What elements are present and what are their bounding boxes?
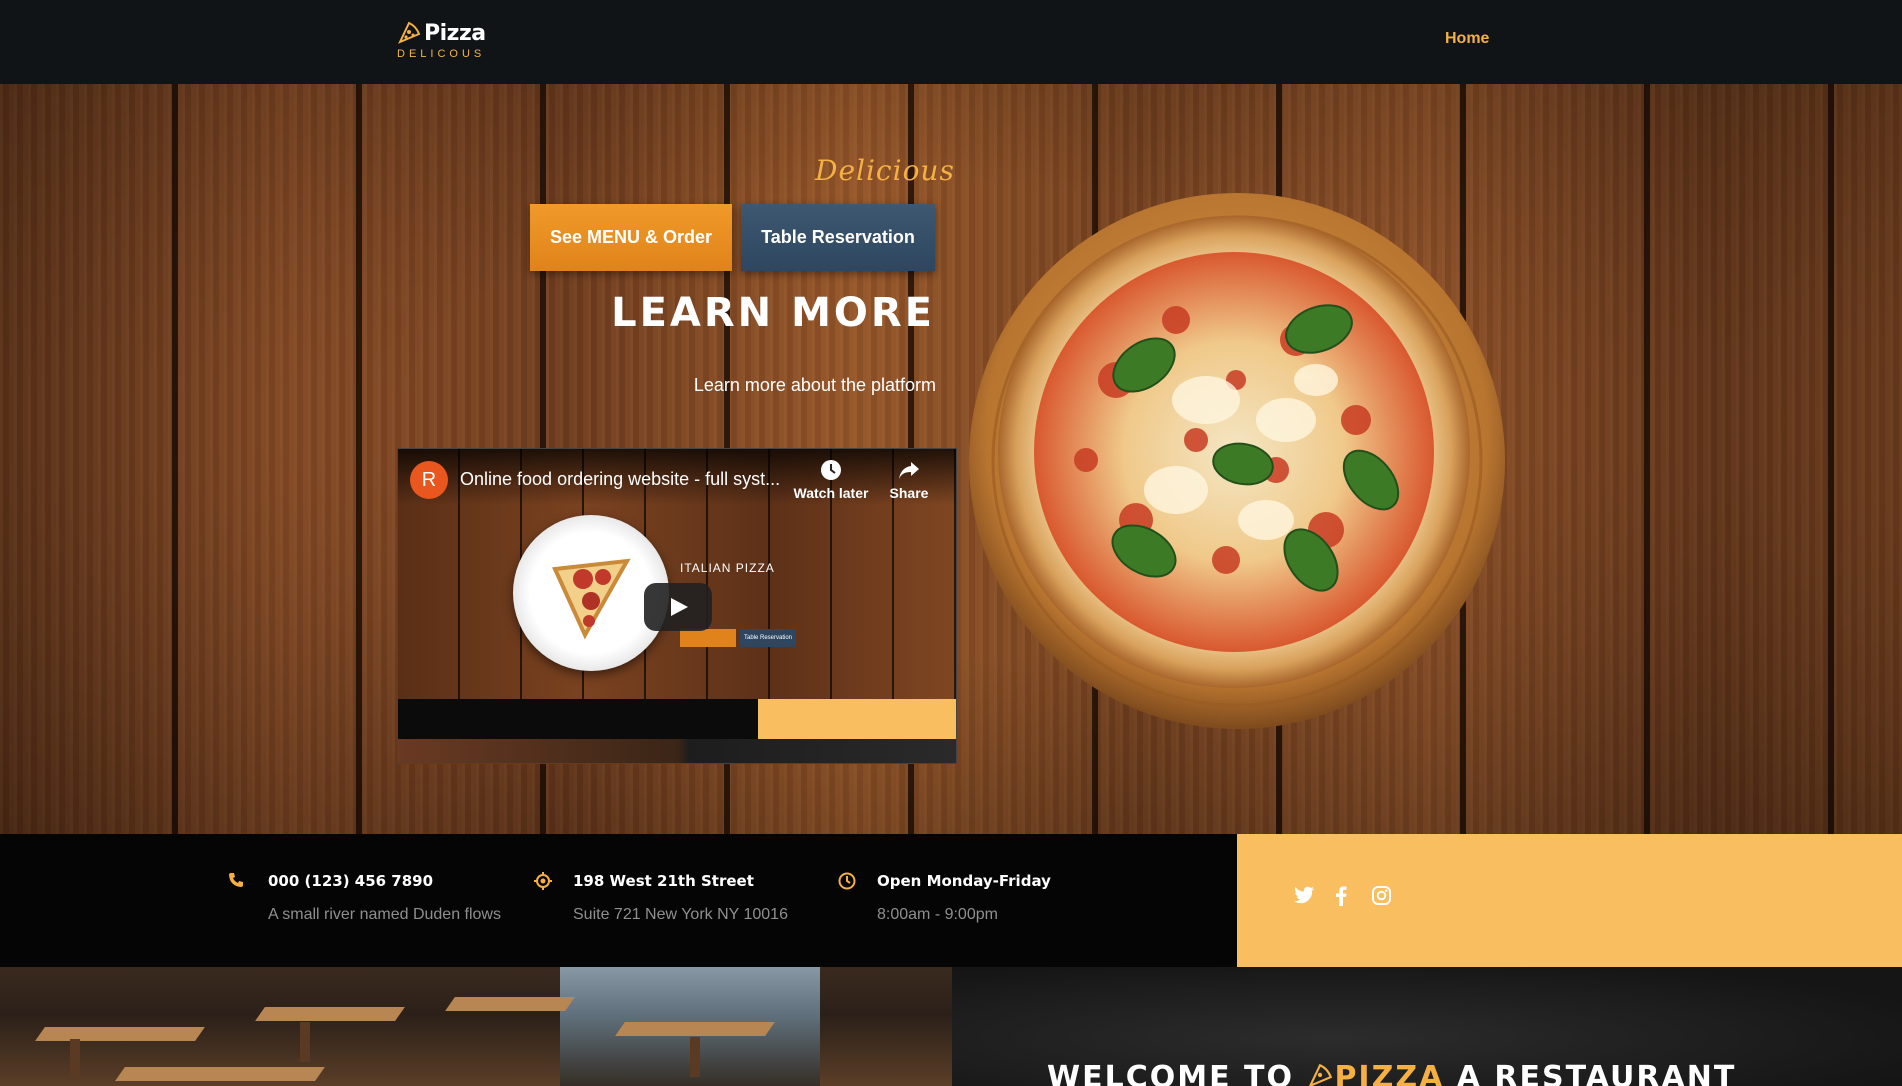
welcome-suffix: A RESTAURANT (1456, 1060, 1737, 1086)
video-inner-table-button: Table Reservation (740, 629, 796, 647)
pizza-hero-image (969, 193, 1505, 729)
pizza-slice-brand-icon (1309, 1063, 1333, 1086)
share-button[interactable]: Share (884, 459, 934, 501)
video-social-strip (758, 699, 956, 739)
site-logo[interactable]: Pizza DELICOUS (396, 18, 496, 62)
video-info-strip (398, 699, 758, 739)
video-title[interactable]: Online food ordering website - full syst… (460, 469, 780, 490)
share-label: Share (889, 485, 929, 501)
twitter-icon[interactable] (1294, 886, 1314, 904)
instagram-icon[interactable] (1372, 886, 1391, 905)
opening-days: Open Monday-Friday (877, 872, 1051, 890)
video-inner-menu-button (680, 629, 736, 647)
watch-later-label: Watch later (793, 485, 869, 501)
restaurant-table (445, 997, 575, 1011)
pizza-slice-image (552, 558, 631, 640)
see-menu-order-button[interactable]: See MENU & Order (530, 204, 732, 271)
logo-subtitle: DELICOUS (397, 48, 486, 60)
contact-info-bar: 000 (123) 456 7890 A small river named D… (0, 834, 1237, 967)
top-navbar: Pizza DELICOUS Home (0, 0, 1902, 84)
phone-number[interactable]: 000 (123) 456 7890 (268, 872, 433, 890)
watch-later-button[interactable]: Watch later (791, 459, 871, 501)
restaurant-interior-image (0, 967, 952, 1086)
restaurant-table (615, 1022, 775, 1036)
hero-section: Delicious See MENU & Order Table Reserva… (0, 84, 1902, 834)
location-icon (534, 872, 552, 890)
opening-hours: 8:00am - 9:00pm (877, 906, 998, 923)
restaurant-chair (300, 1022, 310, 1062)
embedded-video-player[interactable]: ITALIAN PIZZA Table Reservation R Online… (397, 448, 957, 764)
restaurant-chair (70, 1039, 80, 1079)
video-play-button[interactable] (644, 583, 712, 631)
restaurant-chair (690, 1037, 700, 1077)
clock-icon (821, 460, 841, 480)
restaurant-table (115, 1067, 325, 1081)
phone-icon (229, 873, 243, 887)
welcome-brand: PIZZA (1334, 1060, 1445, 1086)
table-reservation-button[interactable]: Table Reservation (741, 204, 935, 271)
phone-description: A small river named Duden flows (268, 906, 501, 923)
hero-heading: LEARN MORE (611, 290, 935, 336)
hero-script-text: Delicious (815, 154, 955, 187)
social-links-panel (1237, 834, 1902, 967)
welcome-heading: WELCOME TO PIZZA A RESTAURANT (1047, 1060, 1736, 1086)
restaurant-table (35, 1027, 205, 1041)
facebook-icon[interactable] (1335, 886, 1347, 906)
restaurant-table (255, 1007, 405, 1021)
welcome-prefix: WELCOME TO (1047, 1060, 1294, 1086)
address-street: 198 West 21th Street (573, 872, 754, 890)
video-restaurant-strip (398, 739, 956, 763)
address-suite: Suite 721 New York NY 10016 (573, 906, 788, 923)
channel-avatar[interactable]: R (410, 461, 448, 499)
share-arrow-icon (899, 462, 919, 479)
hero-subheading: Learn more about the platform (693, 375, 936, 395)
video-inner-heading: ITALIAN PIZZA (680, 561, 775, 575)
logo-title: Pizza (424, 21, 486, 46)
nav-link-home[interactable]: Home (1445, 30, 1489, 48)
clock-icon (838, 872, 856, 890)
pizza-slice-logo-icon (397, 21, 421, 44)
